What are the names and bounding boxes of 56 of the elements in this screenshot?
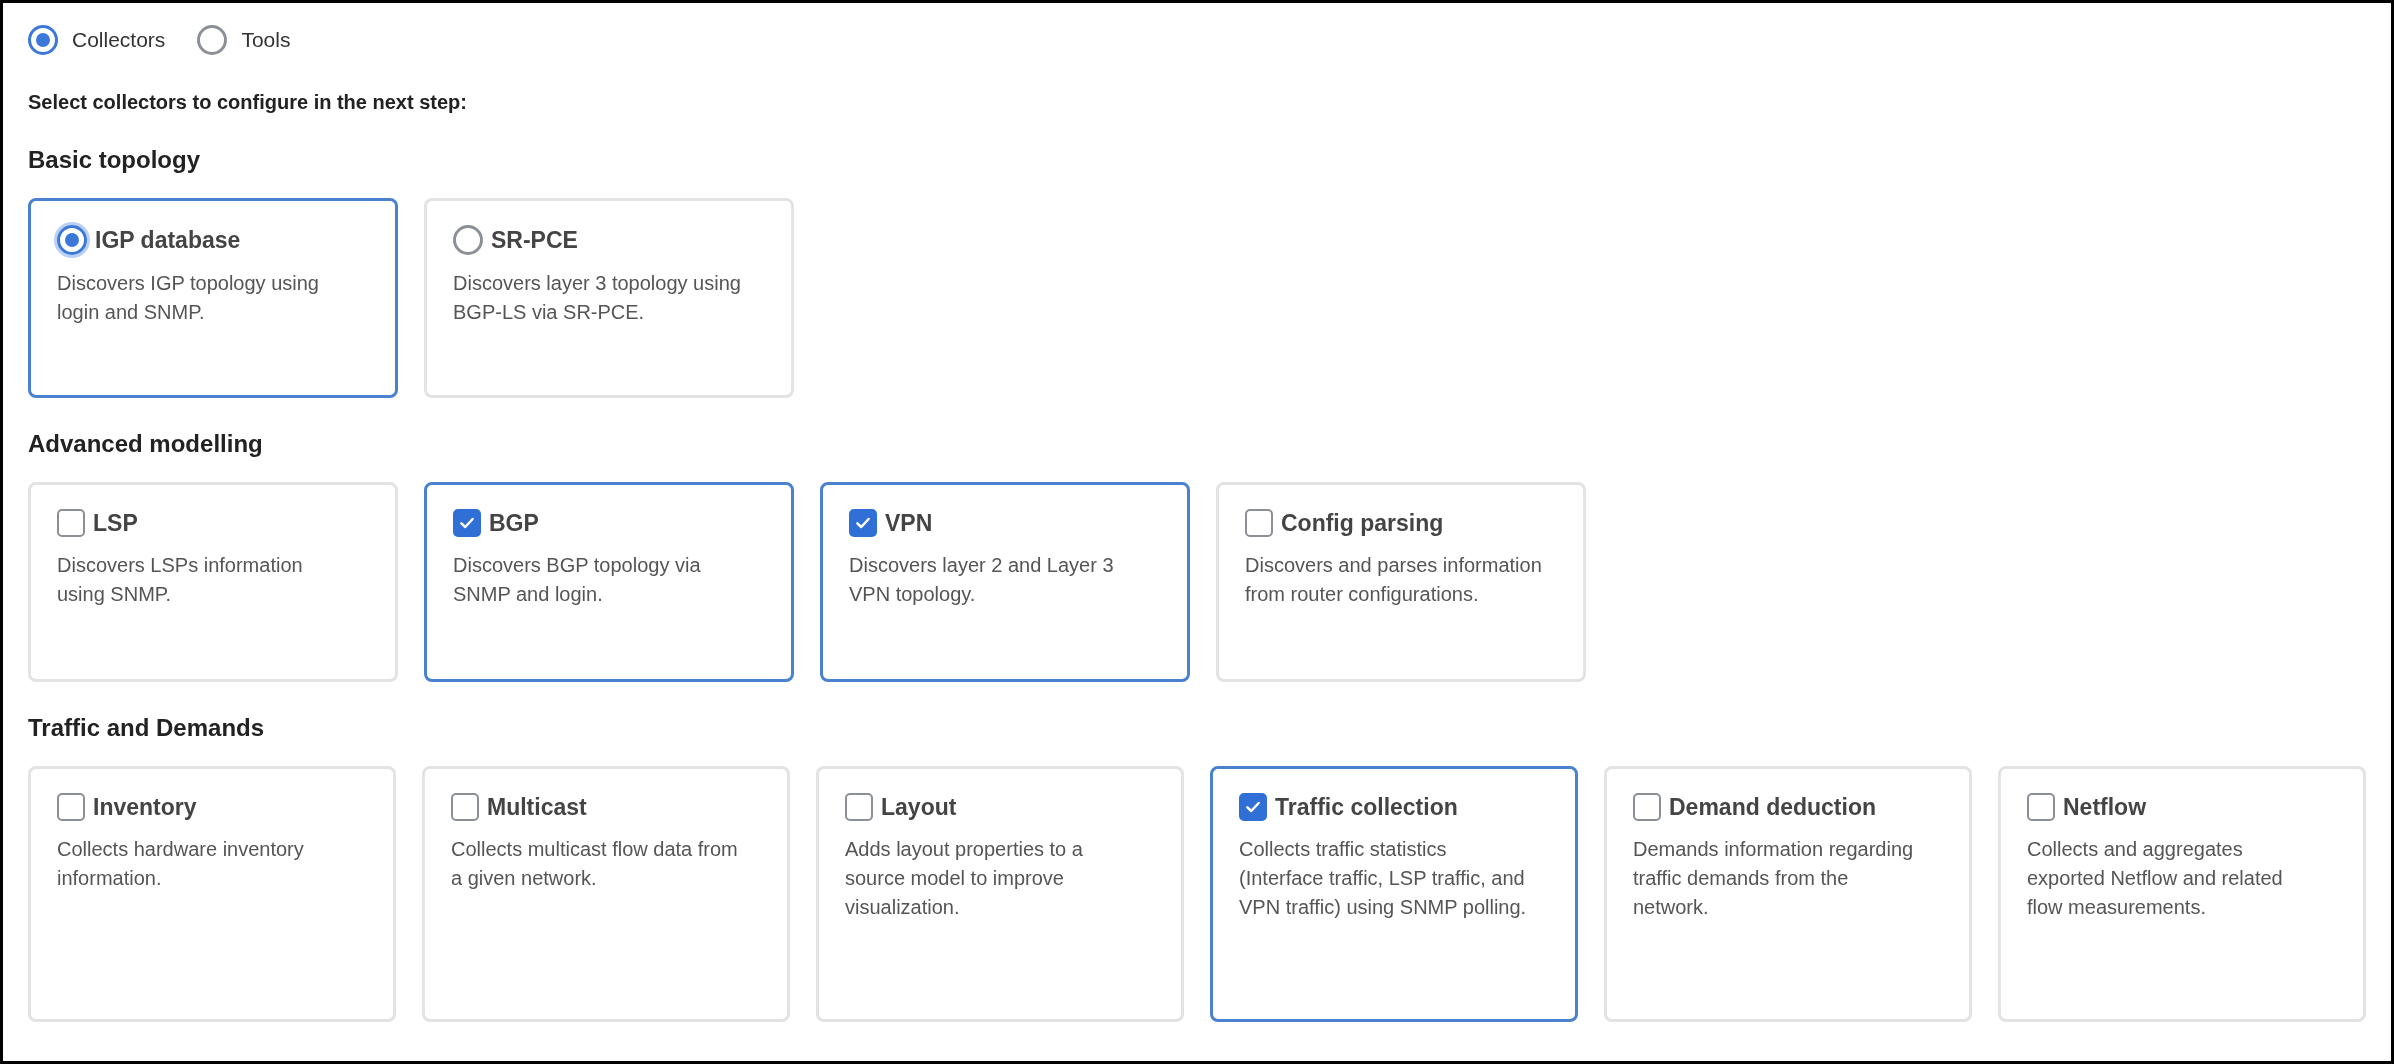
card-description: Discovers layer 2 and Layer 3 VPN topology. [849, 553, 1115, 607]
checkbox[interactable] [1239, 793, 1267, 821]
checkbox[interactable] [1245, 509, 1273, 537]
collector-card[interactable]: VPN Discovers layer 2 and Layer 3 VPN topology. [820, 482, 1190, 682]
card-title: VPN [885, 509, 933, 537]
instruction-text: Select collectors to configure in the next step: [28, 91, 468, 114]
checkbox[interactable] [2027, 793, 2055, 821]
card-title: BGP [489, 509, 539, 537]
card-description: Collects multicast flow data from a given network. [451, 837, 739, 891]
radio-button[interactable] [197, 25, 228, 55]
card-title: LSP [93, 509, 138, 537]
radio-button[interactable] [28, 25, 58, 55]
card-title: IGP database [95, 226, 241, 254]
card-description: Discovers and parses information from router configurations. [1245, 553, 1543, 607]
card-description: Discovers LSPs information using SNMP. [57, 553, 304, 607]
card-title: Config parsing [1281, 509, 1444, 537]
card-description: Collects hardware inventory information. [57, 837, 305, 891]
checkbox[interactable] [1633, 793, 1661, 821]
section-heading: Advanced modelling [28, 430, 264, 458]
section-heading: Traffic and Demands [28, 714, 266, 742]
collector-card[interactable]: IGP database Discovers IGP topology using login and SNMP. [28, 198, 398, 398]
card-title: SR-PCE [491, 226, 578, 254]
checkbox[interactable] [453, 509, 481, 537]
card-description: Demands information regarding traffic demands from the network. [1633, 837, 1915, 920]
collector-card[interactable]: Demand deduction Demands information regarding traffic demands from the network. [1604, 766, 1972, 1022]
checkbox[interactable] [845, 793, 873, 821]
checkbox[interactable] [849, 509, 877, 537]
card-title: Multicast [487, 793, 587, 821]
collector-card[interactable]: LSP Discovers LSPs information using SNMP. [28, 482, 398, 682]
section-heading: Basic topology [28, 146, 202, 174]
card-description: Discovers BGP topology via SNMP and login. [453, 553, 702, 607]
card-title: Layout [881, 793, 957, 821]
collector-card[interactable]: Netflow Collects and aggregates exported Netflow and related flow measurements. [1998, 766, 2366, 1022]
radio-label[interactable]: Tools [241, 28, 291, 52]
card-description: Discovers layer 3 topology using BGP-LS via SR-PCE. [453, 271, 742, 325]
card-description: Discovers IGP topology using login and SNMP. [57, 271, 320, 325]
radio-button[interactable] [453, 225, 483, 255]
card-title: Demand deduction [1669, 793, 1876, 821]
card-title: Netflow [2063, 793, 2147, 821]
card-title: Traffic collection [1275, 793, 1458, 821]
checkbox[interactable] [451, 793, 479, 821]
collector-card[interactable]: SR-PCE Discovers layer 3 topology using BGP-LS via SR-PCE. [424, 198, 794, 398]
card-title: Inventory [93, 793, 197, 821]
radio-button[interactable] [57, 225, 87, 255]
collector-card[interactable]: Traffic collection Collects traffic statistics (Interface traffic, LSP traffic, and VPN traffic) using SNMP polling. [1210, 766, 1578, 1022]
collector-card[interactable]: Inventory Collects hardware inventory information. [28, 766, 396, 1022]
card-description: Collects and aggregates exported Netflow and related flow measurements. [2027, 837, 2284, 920]
radio-label[interactable]: Collectors [72, 28, 166, 52]
checkbox[interactable] [57, 509, 85, 537]
collector-card[interactable]: Multicast Collects multicast flow data from a given network. [422, 766, 790, 1022]
collector-card[interactable]: Layout Adds layout properties to a source model to improve visualization. [816, 766, 1184, 1022]
checkbox[interactable] [57, 793, 85, 821]
card-description: Collects traffic statistics (Interface traffic, LSP traffic, and VPN traffic) using SNMP polling. [1239, 837, 1528, 920]
collector-card[interactable]: Config parsing Discovers and parses information from router configurations. [1216, 482, 1586, 682]
collector-card[interactable]: BGP Discovers BGP topology via SNMP and login. [424, 482, 794, 682]
card-description: Adds layout properties to a source model to improve visualization. [845, 837, 1084, 920]
